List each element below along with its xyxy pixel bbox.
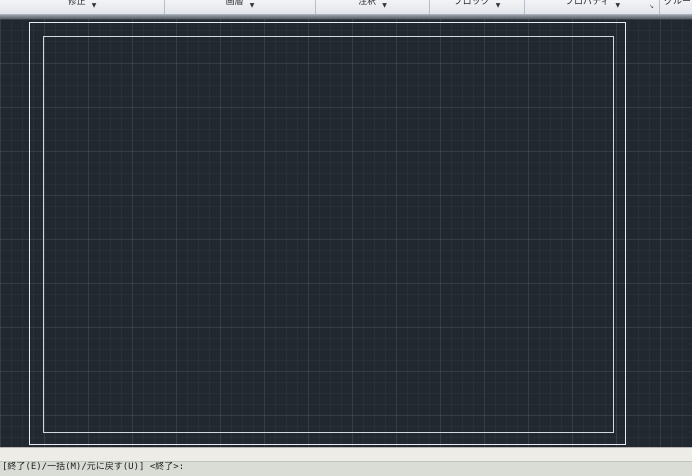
command-line[interactable]: [終了(E)/一括(M)/元に戻す(U)] <終了>: xyxy=(0,461,692,476)
chevron-down-icon: ▼ xyxy=(91,2,97,9)
panel-block-label: ブロック xyxy=(453,0,490,7)
panel-launcher-icon[interactable]: ↘ xyxy=(649,1,654,12)
chevron-down-icon: ▼ xyxy=(382,2,387,9)
panel-layers-label: 画層 xyxy=(225,0,244,7)
command-prompt: [終了(E)/一括(M)/元に戻す(U)] <終了>: xyxy=(2,462,185,472)
chevron-down-icon: ▼ xyxy=(495,2,501,9)
panel-modify-label: 修正 xyxy=(67,0,86,7)
panel-annotation[interactable]: 注釈 ▼ xyxy=(316,0,430,14)
panel-annotation-label: 注釈 xyxy=(358,0,377,7)
chevron-down-icon: ▼ xyxy=(249,2,255,9)
panel-block[interactable]: ブロック ▼ xyxy=(430,0,525,14)
panel-properties[interactable]: プロパティ ▼ ↘ xyxy=(525,0,660,14)
inner-border-rectangle[interactable] xyxy=(43,36,614,433)
ribbon-panel-bar: 修正 ▼ 画層 ▼ 注釈 ▼ ブロック ▼ プロパティ ▼ ↘ グループ xyxy=(0,0,692,15)
drawing-canvas[interactable] xyxy=(0,19,692,447)
chevron-down-icon: ▼ xyxy=(615,2,621,9)
panel-modify[interactable]: 修正 ▼ xyxy=(0,0,165,14)
panel-layers[interactable]: 画層 ▼ xyxy=(165,0,316,14)
command-history-area xyxy=(0,447,692,462)
panel-groups-label: グループ xyxy=(664,0,692,7)
panel-properties-label: プロパティ xyxy=(565,0,610,7)
panel-groups[interactable]: グループ xyxy=(660,0,692,14)
